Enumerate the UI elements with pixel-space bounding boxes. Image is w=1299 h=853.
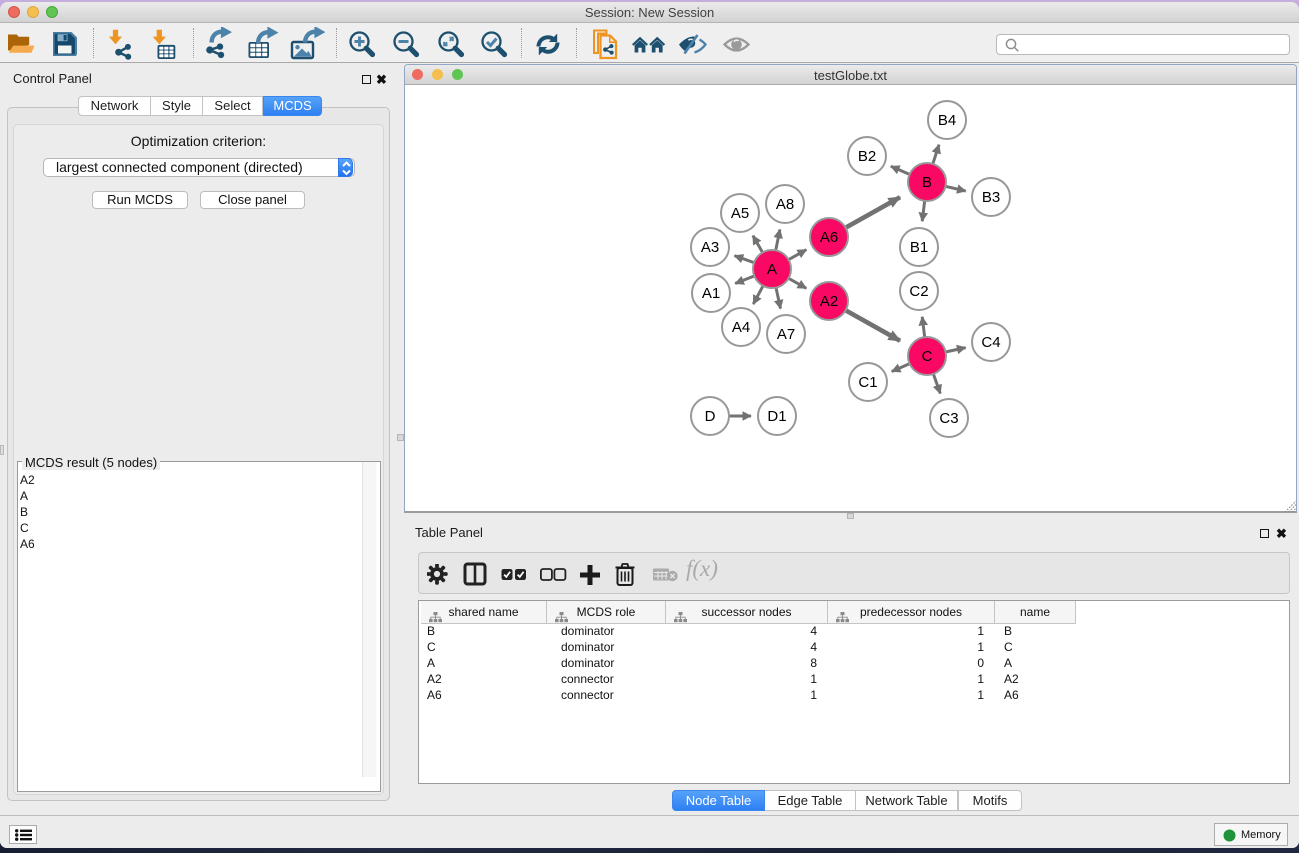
svg-text:C4: C4 bbox=[981, 334, 1000, 351]
svg-text:C2: C2 bbox=[909, 283, 928, 300]
svg-text:B1: B1 bbox=[910, 239, 928, 256]
svg-text:D1: D1 bbox=[767, 408, 786, 425]
svg-text:A7: A7 bbox=[777, 326, 795, 343]
svg-text:B: B bbox=[922, 174, 932, 191]
svg-text:C3: C3 bbox=[939, 410, 958, 427]
svg-text:B4: B4 bbox=[938, 112, 956, 129]
svg-text:C1: C1 bbox=[858, 374, 877, 391]
svg-text:A1: A1 bbox=[702, 285, 720, 302]
svg-text:A4: A4 bbox=[732, 319, 750, 336]
svg-text:C: C bbox=[922, 348, 933, 365]
svg-text:A: A bbox=[767, 261, 777, 278]
svg-text:A6: A6 bbox=[820, 229, 838, 246]
svg-text:A5: A5 bbox=[731, 205, 749, 222]
svg-text:B3: B3 bbox=[982, 189, 1000, 206]
svg-text:D: D bbox=[705, 408, 716, 425]
svg-text:A2: A2 bbox=[820, 293, 838, 310]
svg-text:B2: B2 bbox=[858, 148, 876, 165]
svg-text:A8: A8 bbox=[776, 196, 794, 213]
svg-text:A3: A3 bbox=[701, 239, 719, 256]
